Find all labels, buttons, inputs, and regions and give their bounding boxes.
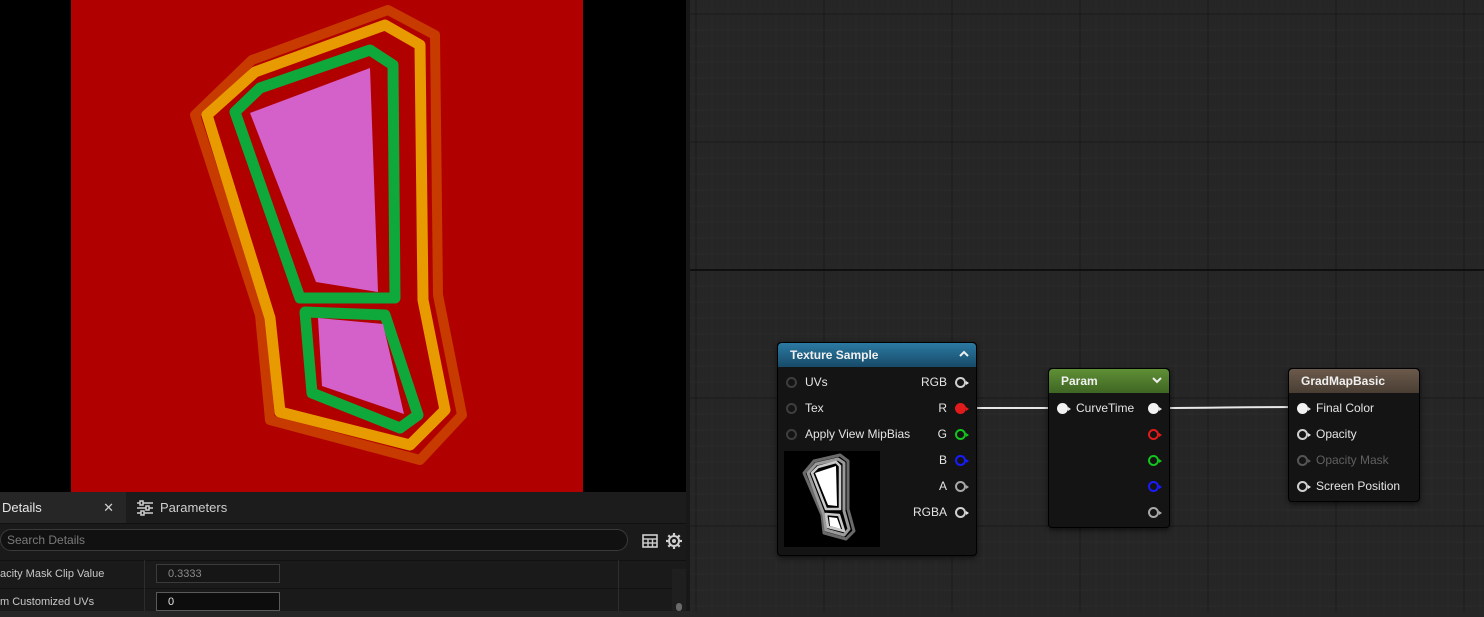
pin-icon[interactable]: [955, 480, 969, 492]
pin-label: RGB: [920, 375, 947, 389]
pin-icon[interactable]: [1148, 506, 1162, 518]
material-graph-canvas[interactable]: Texture Sample UVs Tex Apply View MipBia…: [686, 0, 1484, 611]
input-pin-tex[interactable]: Tex: [786, 399, 824, 417]
pin-label: RGBA: [912, 505, 947, 519]
output-pin-b[interactable]: B: [938, 451, 969, 469]
input-pin-opacity-mask[interactable]: Opacity Mask: [1297, 451, 1389, 469]
input-pin-final-color[interactable]: Final Color: [1297, 399, 1374, 417]
pin-icon[interactable]: [955, 428, 969, 440]
input-pin-opacity[interactable]: Opacity: [1297, 425, 1357, 443]
pin-icon[interactable]: [1148, 454, 1162, 466]
node-title: GradMapBasic: [1301, 374, 1386, 388]
texture-thumbnail: [784, 451, 880, 547]
pin-icon[interactable]: [1148, 402, 1162, 414]
search-details-input[interactable]: [0, 529, 628, 551]
details-panel: Details ✕ Parameters Search Details acit…: [0, 492, 686, 611]
output-pin-rgb[interactable]: RGB: [920, 373, 969, 391]
pin-icon[interactable]: [1297, 428, 1311, 440]
opacity-mask-clip-value-field[interactable]: 0.3333: [156, 564, 280, 583]
pin-label: Screen Position: [1316, 479, 1401, 493]
pin-label: Final Color: [1316, 401, 1375, 415]
pin-icon[interactable]: [1297, 454, 1311, 466]
pin-icon[interactable]: [955, 454, 969, 466]
node-header[interactable]: Param: [1049, 369, 1169, 393]
pin-label: G: [937, 427, 947, 441]
preview-exclamation-image: [71, 0, 583, 492]
close-icon[interactable]: ✕: [103, 500, 114, 516]
node-header[interactable]: GradMapBasic: [1289, 369, 1419, 393]
property-row-opacity-mask-clip: acity Mask Clip Value 0.3333: [0, 560, 686, 589]
pin-icon[interactable]: [955, 376, 969, 388]
input-pin-curvetime[interactable]: CurveTime: [1057, 399, 1134, 417]
material-preview-viewport[interactable]: [0, 0, 686, 492]
wire-curvetime-to-final-color: [1157, 406, 1301, 409]
pin-label: UVs: [805, 375, 828, 389]
column-divider: [144, 560, 145, 611]
grad-map-basic-node[interactable]: GradMapBasic Final Color Opacity Opacity…: [1288, 368, 1420, 502]
tab-parameters-label: Parameters: [160, 500, 228, 515]
input-pin-uvs[interactable]: UVs: [786, 373, 828, 391]
customized-uvs-value-field[interactable]: 0: [156, 592, 280, 611]
property-label: acity Mask Clip Value: [0, 568, 105, 580]
pin-icon[interactable]: [1148, 480, 1162, 492]
chevron-up-icon[interactable]: [958, 348, 970, 360]
pin-icon[interactable]: [1297, 480, 1311, 492]
pin-icon[interactable]: [786, 402, 797, 414]
pin-label: Apply View MipBias: [805, 427, 911, 441]
property-row-customized-uvs: m Customized UVs 0: [0, 588, 686, 617]
pin-label: A: [938, 479, 947, 493]
output-pin-a[interactable]: A: [938, 477, 969, 495]
chevron-down-icon[interactable]: [1151, 374, 1163, 386]
details-scrollbar[interactable]: [672, 569, 686, 611]
pin-label: Tex: [805, 401, 824, 415]
tab-details[interactable]: Details ✕: [0, 492, 126, 523]
output-pin-b[interactable]: [1148, 477, 1162, 495]
param-node[interactable]: Param CurveTime: [1048, 368, 1170, 528]
pin-icon[interactable]: [955, 506, 969, 518]
node-title: Texture Sample: [790, 348, 879, 362]
scrollbar-thumb[interactable]: [676, 603, 682, 611]
pin-label: Opacity Mask: [1316, 453, 1389, 467]
table-view-icon[interactable]: [641, 532, 659, 550]
pin-icon[interactable]: [786, 428, 797, 440]
pin-label: B: [938, 453, 947, 467]
input-pin-screen-position[interactable]: Screen Position: [1297, 477, 1400, 495]
pin-icon[interactable]: [1297, 402, 1311, 414]
output-pin-g[interactable]: [1148, 451, 1162, 469]
pin-icon[interactable]: [1148, 428, 1162, 440]
sliders-icon: [137, 499, 153, 516]
pin-icon[interactable]: [955, 402, 969, 414]
output-pin-value[interactable]: [1148, 399, 1162, 417]
output-pin-rgba[interactable]: RGBA: [912, 503, 969, 521]
pin-label: CurveTime: [1076, 401, 1135, 415]
node-header[interactable]: Texture Sample: [778, 343, 976, 367]
details-tab-bar: Details ✕ Parameters: [0, 492, 686, 524]
output-pin-a[interactable]: [1148, 503, 1162, 521]
tab-details-label: Details: [2, 500, 42, 515]
output-pin-g[interactable]: G: [937, 425, 969, 443]
gear-icon[interactable]: [665, 532, 683, 550]
pin-label: Opacity: [1316, 427, 1357, 441]
output-pin-r[interactable]: R: [938, 399, 969, 417]
search-row: [0, 527, 686, 555]
output-pin-r[interactable]: [1148, 425, 1162, 443]
texture-sample-node[interactable]: Texture Sample UVs Tex Apply View MipBia…: [777, 342, 977, 556]
tab-parameters[interactable]: Parameters: [136, 492, 266, 523]
pin-icon[interactable]: [786, 376, 797, 388]
pin-icon[interactable]: [1057, 402, 1071, 414]
pin-label: R: [938, 401, 947, 415]
property-label: m Customized UVs: [0, 596, 95, 608]
input-pin-apply-view-mipbias[interactable]: Apply View MipBias: [786, 425, 910, 443]
column-divider: [618, 560, 619, 611]
node-title: Param: [1061, 374, 1098, 388]
